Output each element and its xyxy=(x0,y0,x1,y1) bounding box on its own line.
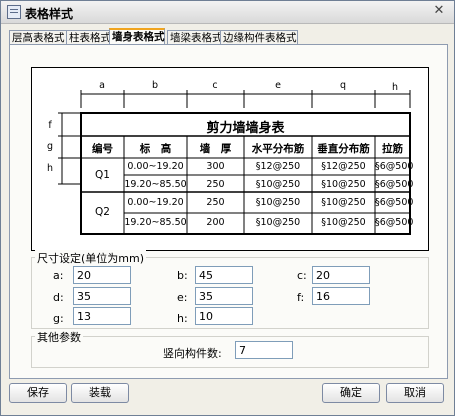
header-horizontal-rebar: 水平分布筋 xyxy=(251,143,305,155)
input-h[interactable]: 10 xyxy=(195,307,253,325)
q2-r2-thickness: 200 xyxy=(206,217,225,228)
ok-button[interactable]: 确定 xyxy=(322,383,380,403)
header-vertical-rebar: 垂直分布筋 xyxy=(317,143,370,155)
dim-letter-c: c xyxy=(212,80,218,91)
q2-r2-elevation: 19.20~85.50 xyxy=(124,217,187,228)
q2-r2-horizontal: §10@250 xyxy=(255,217,301,228)
dim-letter-q: q xyxy=(339,80,347,91)
close-icon[interactable]: ✕ xyxy=(432,4,446,18)
save-button[interactable]: 保存 xyxy=(9,383,67,403)
q2-r1-vertical: §10@250 xyxy=(321,197,366,208)
vertical-count-label: 竖向构件数: xyxy=(163,347,222,360)
input-d[interactable]: 35 xyxy=(73,287,131,305)
tab-wall-body[interactable]: 墙身表格式 xyxy=(109,28,165,44)
q1-r1-vertical: §12@250 xyxy=(321,161,366,172)
cancel-button[interactable]: 取消 xyxy=(386,383,444,403)
window-title: 表格样式 xyxy=(25,7,74,21)
title-bar: 表格样式 ✕ xyxy=(1,1,454,24)
tab-edge-member[interactable]: 边缘构件表格式 xyxy=(220,30,298,45)
q2-r1-horizontal: §10@250 xyxy=(255,197,301,208)
label-a: a: xyxy=(53,269,64,282)
label-c: c: xyxy=(297,269,307,282)
q1-r2-tie: §6@500 xyxy=(375,179,414,190)
dim-letter-a: a xyxy=(99,80,105,91)
header-tie-rebar: 拉筋 xyxy=(382,143,403,155)
q1-r2-vertical: §10@250 xyxy=(321,179,366,190)
vertical-count-input[interactable]: 7 xyxy=(235,341,293,359)
q1-r1-horizontal: §12@250 xyxy=(255,161,301,172)
other-params-group xyxy=(31,336,429,368)
dim-letter-e: e xyxy=(275,80,281,91)
q1-r1-tie: §6@500 xyxy=(375,161,414,172)
input-c[interactable]: 20 xyxy=(312,266,370,284)
size-settings-title: 尺寸设定(单位为mm) xyxy=(35,250,147,266)
q1-r1-thickness: 300 xyxy=(206,161,225,172)
load-button[interactable]: 装载 xyxy=(71,383,129,403)
other-params-title: 其他参数 xyxy=(35,329,83,345)
input-g[interactable]: 13 xyxy=(73,307,131,325)
label-f: f: xyxy=(297,291,305,304)
dim-letter-h: h xyxy=(391,82,399,93)
label-b: b: xyxy=(177,269,188,282)
label-d: d: xyxy=(53,291,64,304)
label-e: e: xyxy=(177,291,188,304)
input-b[interactable]: 45 xyxy=(195,266,253,284)
input-e[interactable]: 35 xyxy=(195,287,253,305)
preview-table-title: 剪力墙墙身表 xyxy=(206,121,285,136)
dialog-window: 表格样式 ✕ 层高表格式 柱表格式 墙身表格式 墙梁表格式 边缘构件表格式 a … xyxy=(0,0,455,416)
q1-r2-elevation: 19.20~85.50 xyxy=(124,179,187,190)
dim-letter-b: b xyxy=(151,80,159,91)
header-elevation: 标 高 xyxy=(139,143,172,155)
dim-letter-f: f xyxy=(48,120,52,131)
q2-r1-thickness: 250 xyxy=(206,197,225,208)
q2-r2-tie: §6@500 xyxy=(375,217,414,228)
q2-r1-tie: §6@500 xyxy=(375,197,414,208)
label-h: h: xyxy=(177,312,188,325)
q2-r2-vertical: §10@250 xyxy=(321,217,366,228)
q1-r2-thickness: 250 xyxy=(206,179,225,190)
q1-r1-elevation: 0.00~19.20 xyxy=(127,161,184,172)
table-style-app-icon xyxy=(7,5,21,19)
header-thickness: 墙 厚 xyxy=(199,143,232,155)
tab-wall-beam[interactable]: 墙梁表格式 xyxy=(167,30,223,45)
input-a[interactable]: 20 xyxy=(73,266,131,284)
dim-letter-g: g xyxy=(46,141,54,152)
group-id-q1: Q1 xyxy=(95,169,110,181)
dim-letter-h-row: h xyxy=(46,163,54,174)
input-f[interactable]: 16 xyxy=(312,287,370,305)
label-g: g: xyxy=(53,312,64,325)
group-id-q2: Q2 xyxy=(95,206,110,218)
tab-column[interactable]: 柱表格式 xyxy=(66,30,113,45)
header-number: 编号 xyxy=(92,143,113,155)
q2-r1-elevation: 0.00~19.20 xyxy=(127,197,184,208)
table-preview: a b c e q h f g h 剪力墙墙身表 编号 标 高 墙 厚 水平分布… xyxy=(31,67,429,251)
tab-floor-height[interactable]: 层高表格式 xyxy=(9,30,67,45)
q1-r2-horizontal: §10@250 xyxy=(255,179,301,190)
